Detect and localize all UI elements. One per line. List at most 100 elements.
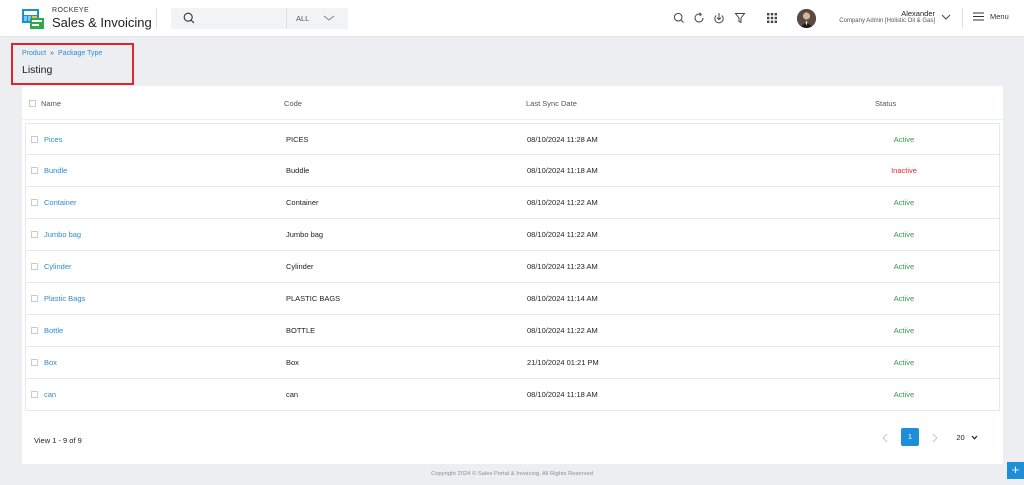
row-last-sync: 21/10/2024 01:21 PM bbox=[527, 358, 599, 367]
row-last-sync: 08/10/2024 11:23 AM bbox=[527, 262, 598, 271]
chevron-right-icon[interactable] bbox=[930, 432, 940, 444]
row-name-link[interactable]: Plastic Bags bbox=[44, 294, 85, 303]
search-scope-select[interactable]: ALL bbox=[296, 14, 309, 23]
row-name-link[interactable]: Bundle bbox=[44, 166, 67, 175]
page-title: Listing bbox=[22, 64, 53, 76]
status-badge: Active bbox=[893, 326, 915, 335]
filter-icon[interactable] bbox=[734, 12, 746, 24]
status-badge: Inactive bbox=[891, 166, 917, 175]
search-icon[interactable] bbox=[183, 12, 195, 24]
row-name-link[interactable]: Pices bbox=[44, 135, 62, 144]
breadcrumb-current[interactable]: Package Type bbox=[58, 50, 102, 57]
row-last-sync: 08/10/2024 11:22 AM bbox=[527, 230, 598, 239]
chevron-down-icon[interactable] bbox=[941, 13, 951, 21]
copyright-text: Copyright 2024 © Sales Portal & Invoicin… bbox=[431, 471, 593, 477]
column-header-last-sync[interactable]: Last Sync Date bbox=[526, 99, 577, 108]
avatar[interactable] bbox=[797, 9, 816, 28]
table-row[interactable]: Bottle BOTTLE 08/10/2024 11:22 AM Active bbox=[25, 315, 1000, 347]
table-row[interactable]: Plastic Bags PLASTIC BAGS 08/10/2024 11:14… bbox=[25, 283, 1000, 315]
breadcrumb: Product » Package Type bbox=[22, 50, 102, 57]
row-checkbox[interactable] bbox=[31, 136, 38, 143]
table-row[interactable]: Container Container 08/10/2024 11:22 AM Act… bbox=[25, 187, 1000, 219]
row-name-link[interactable]: Container bbox=[44, 198, 77, 207]
row-code: BOTTLE bbox=[286, 326, 316, 335]
row-name-link[interactable]: can bbox=[44, 390, 56, 399]
app-logo-icon bbox=[22, 9, 44, 29]
table-body: Pices PICES 08/10/2024 11:28 AM Active Bundl… bbox=[25, 123, 1000, 411]
hamburger-icon bbox=[973, 12, 984, 21]
pagination-page-current[interactable]: 1 bbox=[901, 428, 919, 446]
row-code: PICES bbox=[286, 135, 309, 144]
row-name-link[interactable]: Jumbo bag bbox=[44, 230, 81, 239]
column-header-status[interactable]: Status bbox=[875, 99, 896, 108]
table-row[interactable]: can can 08/10/2024 11:18 AM Active bbox=[25, 379, 1000, 411]
row-last-sync: 08/10/2024 11:22 AM bbox=[527, 198, 598, 207]
row-last-sync: 08/10/2024 11:28 AM bbox=[527, 135, 598, 144]
column-header-code[interactable]: Code bbox=[284, 99, 302, 108]
row-code: Box bbox=[286, 358, 299, 367]
row-name-link[interactable]: Box bbox=[44, 358, 57, 367]
table-row[interactable]: Pices PICES 08/10/2024 11:28 AM Active bbox=[25, 123, 1000, 155]
row-checkbox[interactable] bbox=[31, 359, 38, 366]
chevron-left-icon[interactable] bbox=[880, 432, 890, 444]
add-button[interactable]: + bbox=[1007, 462, 1024, 479]
download-icon[interactable] bbox=[713, 12, 725, 24]
pagination-summary: View 1 - 9 of 9 bbox=[34, 436, 82, 445]
row-checkbox[interactable] bbox=[31, 391, 38, 398]
row-code: Cylinder bbox=[286, 262, 314, 271]
brand-top-text: ROCKEYE bbox=[52, 7, 90, 14]
status-badge: Active bbox=[893, 358, 915, 367]
menu-label: Menu bbox=[990, 12, 1009, 21]
brand[interactable]: ROCKEYE Sales & Invoicing bbox=[52, 7, 152, 29]
row-checkbox[interactable] bbox=[31, 327, 38, 334]
chevron-down-icon bbox=[971, 435, 978, 440]
header-divider bbox=[156, 8, 157, 29]
apps-grid-icon[interactable] bbox=[766, 12, 778, 24]
refresh-icon[interactable] bbox=[693, 12, 705, 24]
table-row[interactable]: Cylinder Cylinder 08/10/2024 11:23 AM Activ… bbox=[25, 251, 1000, 283]
table-row[interactable]: Jumbo bag Jumbo bag 08/10/2024 11:22 AM Act… bbox=[25, 219, 1000, 251]
row-checkbox[interactable] bbox=[31, 295, 38, 302]
row-checkbox[interactable] bbox=[31, 231, 38, 238]
user-name: Alexander bbox=[901, 9, 935, 18]
global-search[interactable]: ALL bbox=[171, 8, 348, 29]
chevron-down-icon[interactable] bbox=[323, 13, 335, 23]
status-badge: Active bbox=[893, 135, 915, 144]
breadcrumb-separator: » bbox=[50, 50, 55, 57]
user-profile[interactable]: Alexander Company Admin [Holistic Oil & … bbox=[839, 9, 935, 25]
status-badge: Active bbox=[893, 262, 915, 271]
row-last-sync: 08/10/2024 11:22 AM bbox=[527, 326, 598, 335]
row-checkbox[interactable] bbox=[31, 199, 38, 206]
brand-main-text: Sales & Invoicing bbox=[52, 15, 152, 30]
row-code: PLASTIC BAGS bbox=[286, 294, 341, 303]
listing-panel: Name Code Last Sync Date Status Pices PIC… bbox=[22, 86, 1003, 464]
page-size-select[interactable]: 20 bbox=[948, 428, 986, 446]
row-name-link[interactable]: Bottle bbox=[44, 326, 63, 335]
row-code: Container bbox=[286, 198, 319, 207]
status-badge: Active bbox=[893, 198, 915, 207]
row-last-sync: 08/10/2024 11:18 AM bbox=[527, 166, 598, 175]
top-header: ROCKEYE Sales & Invoicing ALL Alexander … bbox=[0, 0, 1024, 37]
row-checkbox[interactable] bbox=[31, 263, 38, 270]
header-divider bbox=[962, 8, 963, 29]
menu-button[interactable]: Menu bbox=[973, 12, 1009, 21]
row-last-sync: 08/10/2024 11:14 AM bbox=[527, 294, 598, 303]
table-header: Name Code Last Sync Date Status bbox=[22, 86, 1003, 120]
row-name-link[interactable]: Cylinder bbox=[44, 262, 72, 271]
breadcrumb-link-product[interactable]: Product bbox=[22, 50, 46, 57]
search-icon[interactable] bbox=[673, 12, 685, 24]
user-avatar-icon bbox=[797, 9, 816, 28]
row-code: can bbox=[286, 390, 299, 399]
table-row[interactable]: Bundle Buddle 08/10/2024 11:18 AM Inactive bbox=[25, 155, 1000, 187]
column-header-name[interactable]: Name bbox=[41, 99, 61, 108]
table-row[interactable]: Box Box 21/10/2024 01:21 PM Active bbox=[25, 347, 1000, 379]
user-role: Company Admin [Holistic Oil & Gas] bbox=[839, 18, 935, 24]
search-divider bbox=[286, 8, 287, 29]
row-last-sync: 08/10/2024 11:18 AM bbox=[527, 390, 598, 399]
select-all-checkbox[interactable] bbox=[29, 100, 36, 107]
status-badge: Active bbox=[893, 230, 915, 239]
page-size-value: 20 bbox=[956, 432, 965, 442]
status-badge: Active bbox=[893, 390, 915, 399]
status-badge: Active bbox=[893, 294, 915, 303]
row-checkbox[interactable] bbox=[31, 167, 38, 174]
